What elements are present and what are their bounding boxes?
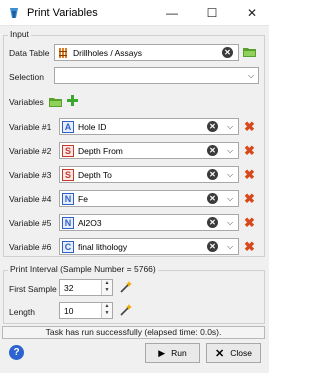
- maximize-button[interactable]: ☐: [198, 0, 226, 26]
- spin-down-icon[interactable]: ▼: [102, 287, 112, 294]
- title-bar: Print Variables — ☐ ✕: [0, 0, 269, 26]
- print-interval-group: [3, 270, 265, 324]
- chevron-down-icon: ⌵: [226, 218, 234, 227]
- clear-icon[interactable]: ✕: [207, 169, 218, 180]
- variable-label: Variable #6: [9, 242, 52, 252]
- open-folder-icon[interactable]: [49, 97, 62, 107]
- maximize-icon: ☐: [206, 6, 218, 20]
- first-sample-stepper[interactable]: ▲ ▼: [101, 280, 112, 295]
- spin-up-icon[interactable]: ▲: [102, 303, 112, 310]
- length-stepper[interactable]: ▲ ▼: [101, 303, 112, 318]
- help-icon: ?: [13, 347, 20, 358]
- add-variable-icon[interactable]: [67, 95, 78, 106]
- print-interval-title: Print Interval (Sample Number = 5766): [8, 264, 158, 274]
- close-icon: ✕: [246, 6, 258, 20]
- run-label: Run: [171, 348, 187, 358]
- variable-value: Al2O3: [78, 218, 102, 228]
- variable-combo[interactable]: A Hole ID ✕ ⌵: [59, 118, 239, 135]
- clear-icon[interactable]: ✕: [207, 193, 218, 204]
- selection-label: Selection: [9, 72, 44, 82]
- variable-value: final lithology: [78, 242, 128, 252]
- magic-wand-icon[interactable]: [120, 281, 132, 293]
- chevron-down-icon: ⌵: [226, 170, 234, 179]
- close-button[interactable]: ✕ Close: [206, 343, 261, 363]
- minimize-icon: —: [166, 6, 178, 20]
- close-window-button[interactable]: ✕: [238, 0, 266, 26]
- variable-type-badge: S: [62, 145, 74, 157]
- length-value: 10: [64, 306, 74, 316]
- selection-combo[interactable]: ⌵: [54, 67, 259, 84]
- clear-icon[interactable]: ✕: [207, 121, 218, 132]
- length-spinbox[interactable]: 10 ▲ ▼: [59, 302, 113, 319]
- close-x-icon: ✕: [215, 347, 225, 360]
- variable-type-badge: N: [62, 217, 74, 229]
- variables-label: Variables: [9, 97, 44, 107]
- status-bar: Task has run successfully (elapsed time:…: [2, 326, 265, 339]
- play-icon: ▶: [158, 347, 166, 358]
- variable-label: Variable #1: [9, 122, 52, 132]
- variable-label: Variable #5: [9, 218, 52, 228]
- variable-value: Depth From: [78, 146, 123, 156]
- chevron-down-icon: ⌵: [247, 71, 255, 80]
- clear-icon[interactable]: ✕: [207, 241, 218, 252]
- variable-combo[interactable]: N Fe ✕ ⌵: [59, 190, 239, 207]
- variable-value: Hole ID: [78, 122, 107, 132]
- clear-icon[interactable]: ✕: [207, 217, 218, 228]
- remove-variable-icon[interactable]: ✖: [244, 168, 255, 181]
- remove-variable-icon[interactable]: ✖: [244, 192, 255, 205]
- variable-combo[interactable]: S Depth To ✕ ⌵: [59, 166, 239, 183]
- length-label: Length: [9, 307, 35, 317]
- variable-combo[interactable]: S Depth From ✕ ⌵: [59, 142, 239, 159]
- clear-icon[interactable]: ✕: [207, 145, 218, 156]
- run-button[interactable]: ▶ Run: [145, 343, 200, 363]
- data-table-value: Drillholes / Assays: [73, 48, 142, 58]
- remove-variable-icon[interactable]: ✖: [244, 216, 255, 229]
- app-icon: [10, 8, 18, 18]
- variable-type-badge: S: [62, 169, 74, 181]
- chevron-down-icon: ⌵: [226, 122, 234, 131]
- help-button[interactable]: ?: [9, 345, 24, 360]
- spin-up-icon[interactable]: ▲: [102, 280, 112, 287]
- remove-variable-icon[interactable]: ✖: [244, 120, 255, 133]
- first-sample-value: 32: [64, 283, 74, 293]
- window-title: Print Variables: [27, 7, 98, 19]
- input-group-title: Input: [8, 29, 31, 39]
- spin-down-icon[interactable]: ▼: [102, 310, 112, 317]
- close-label: Close: [230, 348, 252, 358]
- chevron-down-icon: ⌵: [226, 194, 234, 203]
- variable-type-badge: C: [62, 241, 74, 253]
- chevron-down-icon: ⌵: [226, 146, 234, 155]
- variable-type-badge: N: [62, 193, 74, 205]
- data-table-label: Data Table: [9, 48, 50, 58]
- variable-label: Variable #2: [9, 146, 52, 156]
- variable-label: Variable #4: [9, 194, 52, 204]
- magic-wand-icon[interactable]: [120, 304, 132, 316]
- first-sample-spinbox[interactable]: 32 ▲ ▼: [59, 279, 113, 296]
- variable-label: Variable #3: [9, 170, 52, 180]
- variable-combo[interactable]: Cfinal lithology ✕ ⌵: [59, 238, 239, 255]
- variable-combo[interactable]: N Al2O3 ✕ ⌵: [59, 214, 239, 231]
- variable-type-badge: A: [62, 121, 74, 133]
- remove-variable-icon[interactable]: ✖: [244, 144, 255, 157]
- drillhole-table-icon: [59, 48, 67, 58]
- variable-value: Fe: [78, 194, 88, 204]
- remove-variable-icon[interactable]: ✖: [244, 240, 255, 253]
- folder-icon[interactable]: [243, 47, 256, 57]
- minimize-button[interactable]: —: [158, 0, 186, 26]
- clear-icon[interactable]: ✕: [222, 47, 233, 58]
- chevron-down-icon: ⌵: [226, 242, 234, 251]
- variable-value: Depth To: [78, 170, 112, 180]
- first-sample-label: First Sample: [9, 284, 57, 294]
- data-table-combo[interactable]: Drillholes / Assays ✕: [54, 44, 239, 61]
